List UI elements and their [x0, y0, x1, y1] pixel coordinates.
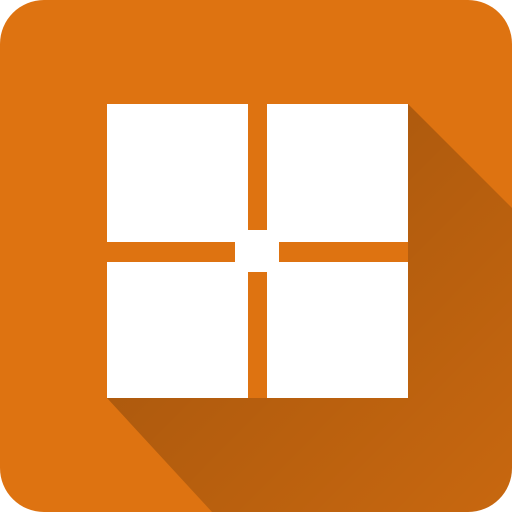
- tile-top-right: [267, 104, 408, 242]
- grid-four-squares-icon: [0, 0, 512, 512]
- center-square: [235, 230, 279, 272]
- tile-bottom-right: [267, 262, 408, 398]
- app-icon: [0, 0, 512, 512]
- tile-bottom-left: [107, 262, 248, 398]
- tile-top-left: [107, 104, 248, 242]
